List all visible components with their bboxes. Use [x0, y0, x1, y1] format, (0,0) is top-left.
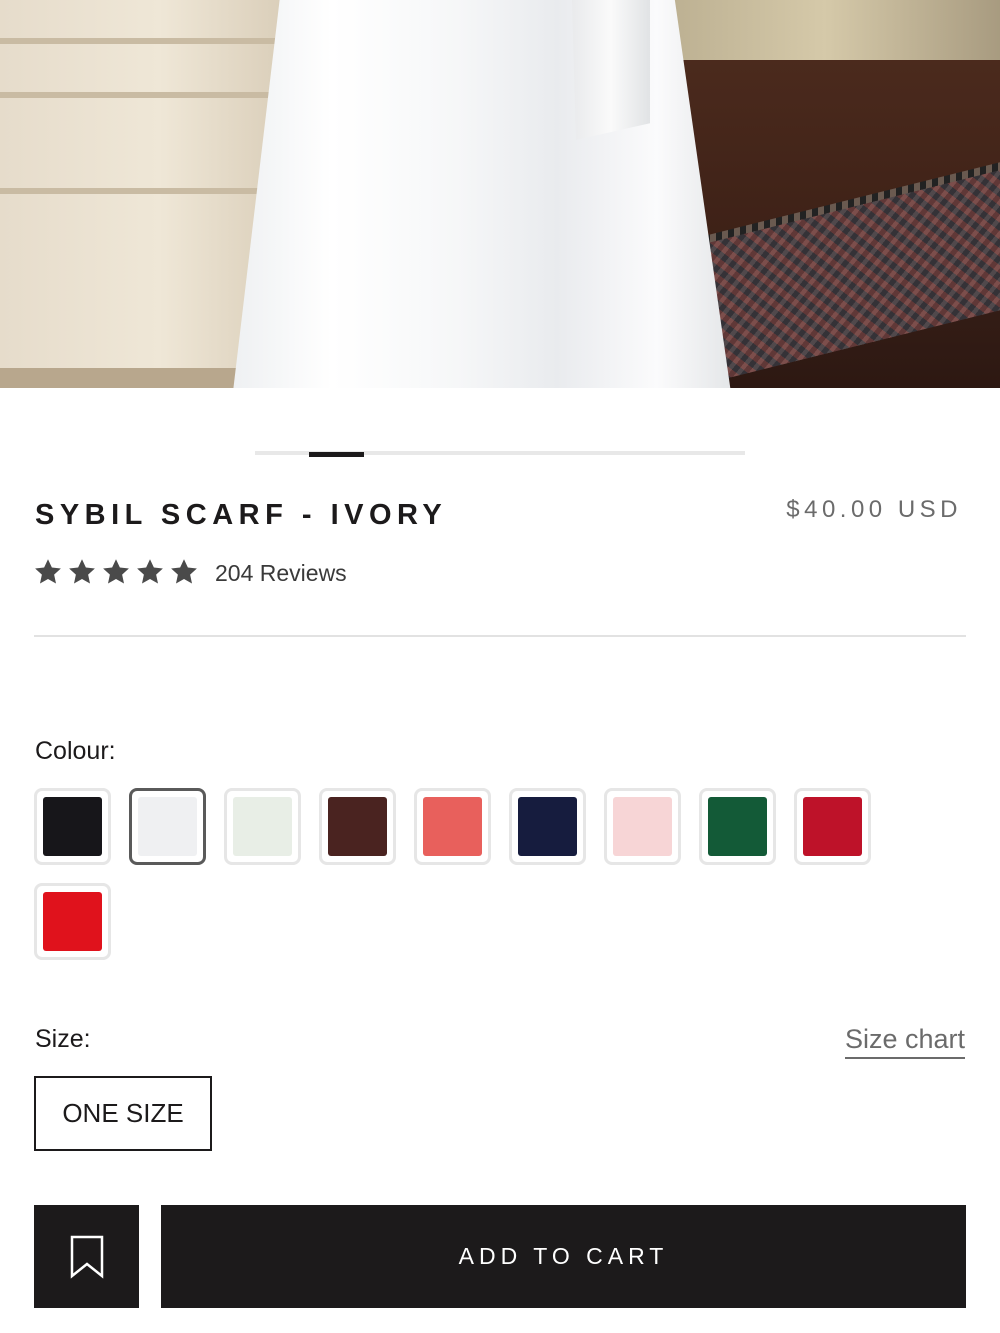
swatch-colour-fill: [518, 797, 577, 856]
colour-swatch-coral[interactable]: [414, 788, 491, 865]
colour-swatch-chocolate[interactable]: [319, 788, 396, 865]
star-icon: [137, 559, 163, 584]
swatch-colour-fill: [708, 797, 767, 856]
wishlist-button[interactable]: [34, 1205, 139, 1308]
swatch-colour-fill: [233, 797, 292, 856]
size-option-one-size[interactable]: ONE SIZE: [34, 1076, 212, 1151]
star-icon: [35, 559, 61, 584]
bookmark-icon: [70, 1235, 103, 1279]
star-icon: [69, 559, 95, 584]
swatch-colour-fill: [613, 797, 672, 856]
swatch-colour-fill: [328, 797, 387, 856]
size-chart-link[interactable]: Size chart: [844, 1024, 965, 1059]
colour-swatch-sage[interactable]: [224, 788, 301, 865]
product-title: SYBIL SCARF - IVORY: [35, 499, 448, 531]
colour-swatch-blush[interactable]: [604, 788, 681, 865]
size-label: Size:: [35, 1025, 91, 1053]
star-icon: [103, 559, 129, 584]
divider: [34, 635, 966, 637]
colour-swatch-red[interactable]: [34, 883, 111, 960]
add-to-cart-button[interactable]: ADD TO CART: [161, 1205, 966, 1308]
reviews-link[interactable]: 204 Reviews: [215, 560, 347, 587]
image-molding: [0, 188, 290, 194]
swatch-colour-fill: [43, 892, 102, 951]
image-background: [650, 0, 1000, 60]
star-icon: [171, 559, 197, 584]
image-dress: [232, 0, 732, 388]
image-molding: [0, 92, 290, 98]
image-molding: [0, 38, 290, 44]
swatch-colour-fill: [43, 797, 102, 856]
star-rating[interactable]: [33, 557, 199, 587]
swatch-colour-fill: [138, 797, 197, 856]
colour-swatch-ivory[interactable]: [129, 788, 206, 865]
swatch-colour-fill: [803, 797, 862, 856]
colour-swatch-black[interactable]: [34, 788, 111, 865]
colour-swatch-emerald[interactable]: [699, 788, 776, 865]
product-price: $40.00 USD: [786, 496, 962, 523]
colour-swatch-navy[interactable]: [509, 788, 586, 865]
swatch-colour-fill: [423, 797, 482, 856]
image-scarf: [572, 0, 650, 140]
colour-swatch-crimson[interactable]: [794, 788, 871, 865]
colour-label: Colour:: [35, 737, 116, 765]
carousel-active-indicator: [309, 452, 364, 457]
product-image[interactable]: [0, 0, 1000, 388]
